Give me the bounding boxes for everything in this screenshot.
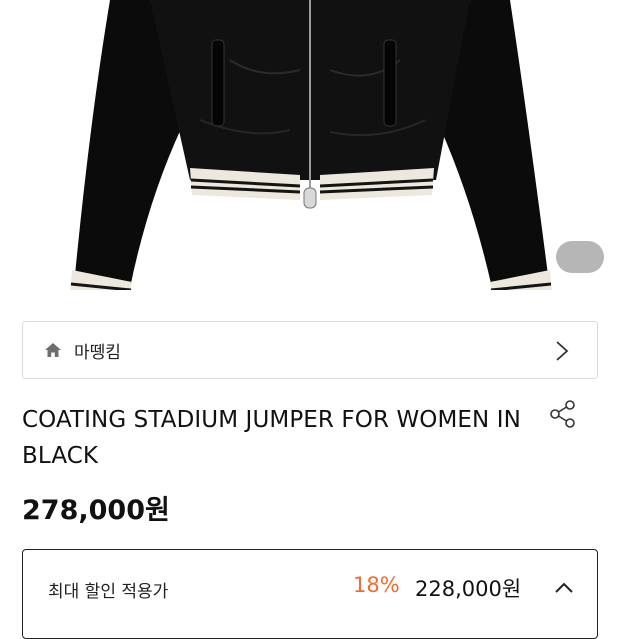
- image-pager-indicator[interactable]: [556, 241, 604, 273]
- brand-link[interactable]: 마뗑킴: [22, 321, 598, 379]
- discount-price: 228,000원: [415, 577, 522, 601]
- discount-percent: 18%: [353, 573, 400, 597]
- product-title: COATING STADIUM JUMPER FOR WOMEN IN BLAC…: [22, 407, 521, 469]
- home-icon: [45, 343, 61, 357]
- jumper-illustration: [70, 0, 552, 290]
- chevron-right-icon: [556, 341, 569, 361]
- product-image[interactable]: [0, 0, 620, 290]
- max-discount-panel[interactable]: 최대 할인 적용가 18% 228,000원: [22, 549, 598, 639]
- product-price: 278,000원: [22, 495, 170, 526]
- brand-name: 마뗑킴: [74, 342, 121, 363]
- chevron-up-icon[interactable]: [554, 582, 574, 594]
- discount-label: 최대 할인 적용가: [48, 582, 169, 602]
- share-icon[interactable]: [549, 399, 577, 429]
